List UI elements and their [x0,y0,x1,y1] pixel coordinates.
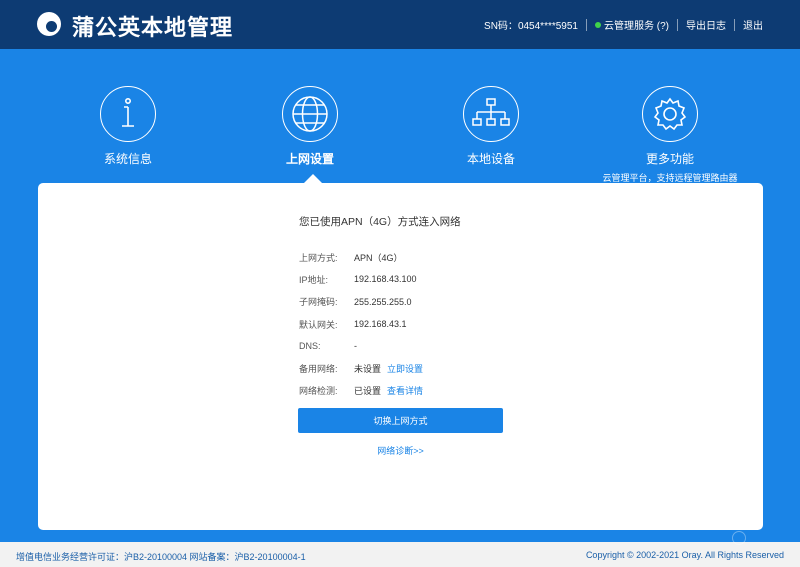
footer-copyright: Copyright © 2002-2021 Oray. All Rights R… [585,550,784,560]
nav-item-system-info[interactable]: 系统信息 [58,86,198,167]
watermark-icon [732,528,790,548]
info-label: IP地址: [299,274,329,285]
setup-now-link[interactable]: 立即设置 [387,362,423,375]
sn-info: SN码：0454****5951 [476,17,586,32]
export-log-link[interactable]: 导出日志 [678,17,734,32]
info-row-ip-address: IP地址: 192.168.43.100 [299,268,423,290]
top-right-menu: SN码：0454****5951 云管理服务 (?) 导出日志 退出 [476,0,800,49]
info-label: 网络检测: [299,386,338,397]
nav-label: 系统信息 [103,152,152,166]
app-title: 蒲公英本地管理 [72,15,234,40]
info-value: 255.255.255.0 [354,296,412,307]
main-nav: 系统信息 上网设置 本地设备 更多功能 云管理平台，支持远程管理路由器 [0,86,800,184]
info-label: 备用网络: [299,364,338,375]
network-diagnosis-label[interactable]: 网络诊断>> [377,446,424,456]
info-value: 未设置 [354,364,382,375]
info-row-backup-network: 备用网络: 未设置 立即设置 [299,357,423,379]
logout-link[interactable]: 退出 [735,17,800,32]
info-value: 192.168.43.100 [354,274,417,285]
footer-license: 增值电信业务经营许可证：沪B2-20100004 网站备案：沪B2-201000… [16,552,306,562]
info-row-network-check: 网络检测: 已设置 查看详情 [299,380,423,402]
network-topology-icon [463,86,519,142]
info-label: 子网掩码: [299,297,338,308]
info-row-subnet-mask: 子网掩码: 255.255.255.0 [299,291,423,313]
info-row-dns: DNS: - [299,335,423,357]
info-label: 默认网关: [299,319,338,330]
switch-connection-button[interactable]: 切换上网方式 [298,408,503,433]
nav-label: 本地设备 [466,152,515,166]
nav-item-internet-settings[interactable]: 上网设置 [240,86,380,167]
network-info-list: 上网方式: APN（4G） IP地址: 192.168.43.100 子网掩码:… [299,246,423,402]
top-bar: 蒲公英本地管理 SN码：0454****5951 云管理服务 (?) 导出日志 … [0,0,800,49]
network-diagnosis-link: 网络诊断>> [38,444,763,457]
globe-icon [282,86,338,142]
cloud-service-link[interactable]: 云管理服务 (?) [587,17,677,32]
nav-label: 上网设置 [285,152,334,166]
footer: 增值电信业务经营许可证：沪B2-20100004 网站备案：沪B2-201000… [0,542,800,567]
watermark-circle-icon [732,531,746,545]
cloud-service-label: 云管理服务 (?) [604,21,669,32]
info-row-gateway: 默认网关: 192.168.43.1 [299,313,423,335]
nav-item-more-features[interactable]: 更多功能 云管理平台，支持远程管理路由器 [600,86,740,184]
nav-label: 更多功能 [645,152,694,166]
info-icon [100,86,156,142]
info-value: - [354,341,357,352]
view-details-link[interactable]: 查看详情 [387,384,423,397]
nav-item-local-devices[interactable]: 本地设备 [421,86,561,167]
info-value: APN（4G） [354,252,403,263]
sn-value: 0454****5951 [517,21,578,32]
info-row-connection-type: 上网方式: APN（4G） [299,246,423,268]
status-dot-icon [595,22,601,29]
info-value: 192.168.43.1 [354,319,407,330]
logo-icon [37,12,61,36]
connection-status-heading: 您已使用APN（4G）方式连入网络 [299,216,461,228]
active-tab-pointer [304,174,322,183]
info-label: 上网方式: [299,252,338,263]
content-card: 您已使用APN（4G）方式连入网络 上网方式: APN（4G） IP地址: 19… [38,183,763,530]
info-value: 已设置 [354,386,382,397]
info-label: DNS: [299,341,321,352]
gear-icon [642,86,698,142]
sn-label: SN码： [484,21,518,32]
